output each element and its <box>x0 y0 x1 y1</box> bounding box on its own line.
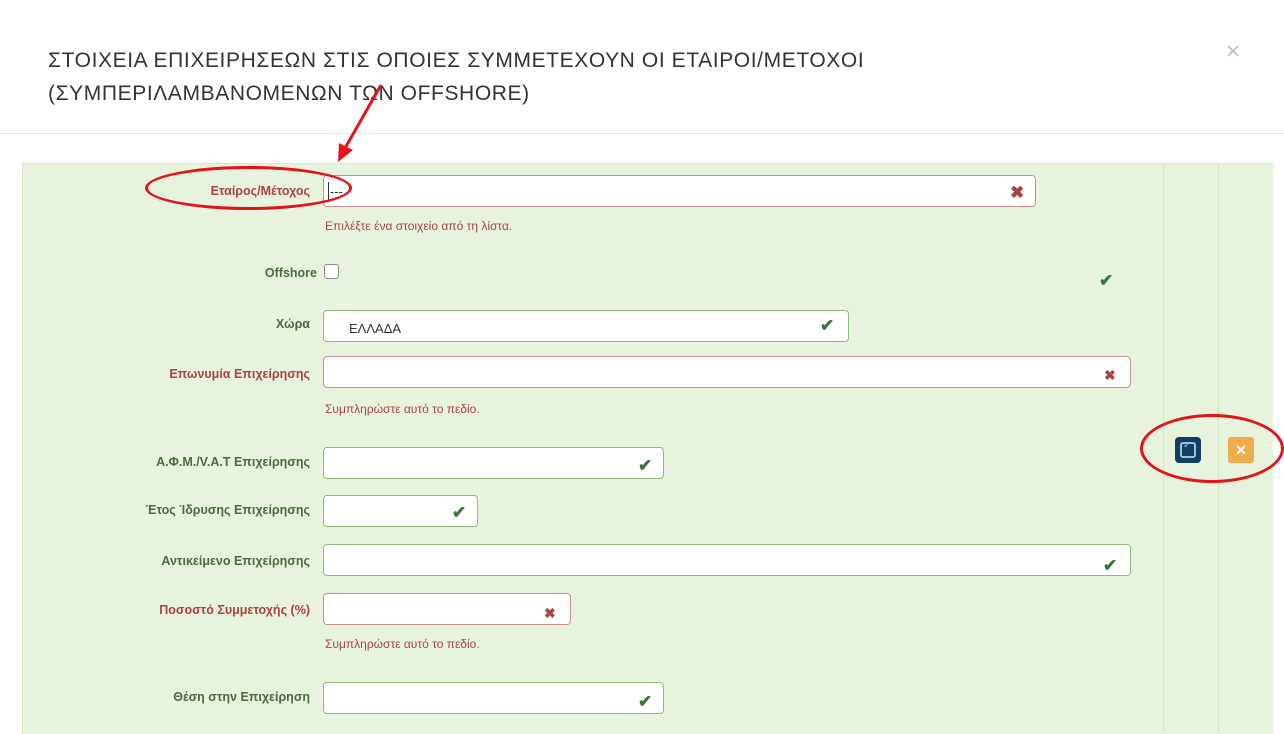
check-icon: ✔ <box>820 316 835 335</box>
vat-input[interactable]: ✔ <box>323 447 664 479</box>
company-name-help-text: Συμπληρώστε αυτό το πεδίο. <box>325 402 480 416</box>
percentage-input[interactable]: ✖ <box>323 593 571 625</box>
offshore-checkbox[interactable] <box>324 264 339 279</box>
activity-label: Αντικείμενο Επιχείρησης <box>161 554 310 568</box>
percentage-label: Ποσοστό Συμμετοχής (%) <box>159 603 310 617</box>
partner-help-text: Επιλέξτε ένα στοιχείο από τη λίστα. <box>325 219 513 233</box>
partner-select[interactable]: --- ✖ <box>323 175 1036 207</box>
cross-icon: ✖ <box>1010 183 1025 202</box>
check-icon: ✔ <box>1099 271 1114 290</box>
position-input[interactable]: ✔ <box>323 682 664 714</box>
vat-label: Α.Φ.Μ./V.A.T Επιχείρησης <box>156 455 310 469</box>
offshore-label: Offshore <box>264 266 317 280</box>
company-name-input[interactable]: ✖ <box>323 356 1131 388</box>
check-icon: ✔ <box>638 456 653 475</box>
cross-icon: ✖ <box>544 605 556 621</box>
header-divider <box>0 133 1284 134</box>
annotation-ellipse <box>1140 414 1284 483</box>
country-label: Χώρα <box>275 317 310 331</box>
annotation-arrow-icon <box>338 84 383 162</box>
modal-title: ΣΤΟΙΧΕΙΑ ΕΠΙΧΕΙΡΗΣΕΩΝ ΣΤΙΣ ΟΠΟΙΕΣ ΣΥΜΜΕΤ… <box>48 49 865 105</box>
position-label: Θέση στην Επιχείρηση <box>173 690 310 704</box>
cross-icon: ✖ <box>1104 367 1116 383</box>
country-select[interactable]: ΕΛΛΑΔΑ ✔ <box>323 310 849 342</box>
year-input[interactable]: ✔ <box>323 495 478 527</box>
year-label: Έτος Ίδρυσης Επιχείρησης <box>145 503 310 517</box>
check-icon: ✔ <box>452 503 467 522</box>
company-name-label: Επωνυμία Επιχείρησης <box>169 367 310 381</box>
check-icon: ✔ <box>638 692 653 711</box>
annotation-ellipse <box>145 166 352 210</box>
close-icon[interactable]: × <box>1226 38 1240 66</box>
country-select-value: ΕΛΛΑΔΑ <box>349 321 402 336</box>
activity-input[interactable]: ✔ <box>323 544 1131 576</box>
check-icon: ✔ <box>1103 556 1118 575</box>
percentage-help-text: Συμπληρώστε αυτό το πεδίο. <box>325 637 480 651</box>
